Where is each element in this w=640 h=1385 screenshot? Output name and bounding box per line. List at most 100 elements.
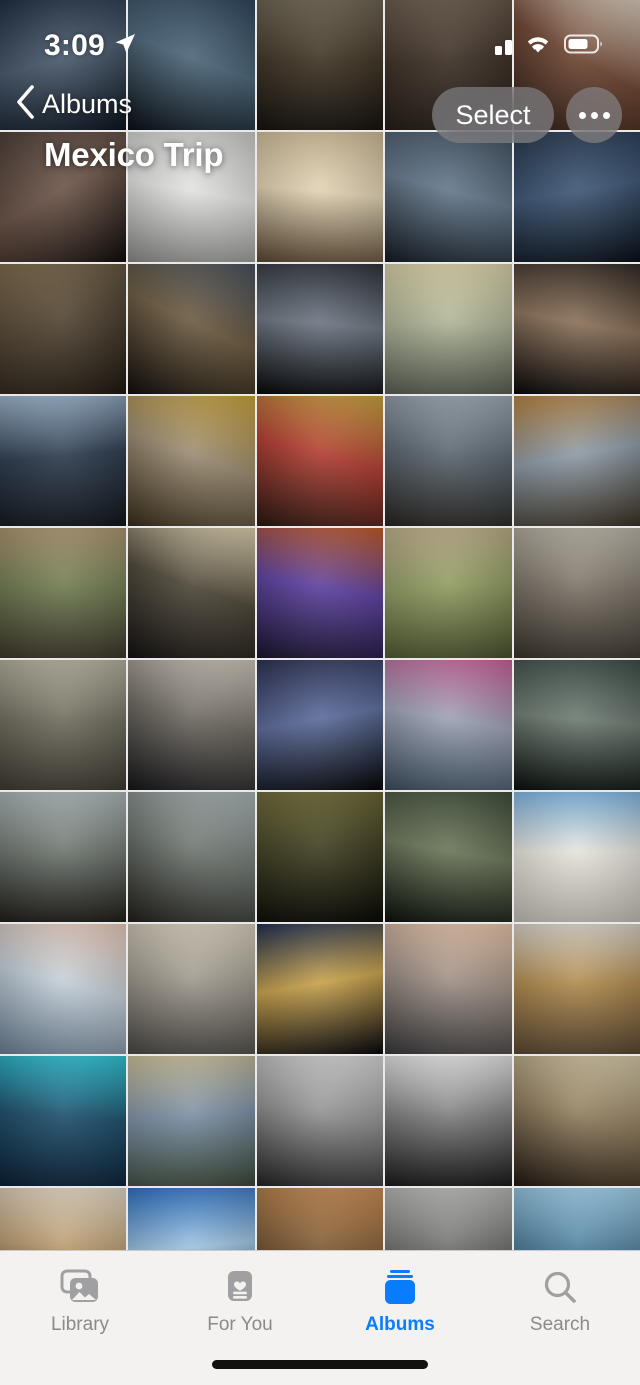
couple-selfie-city-skyline	[385, 396, 512, 526]
vintage-film-camera-closeup	[128, 396, 255, 526]
tab-albums-label: Albums	[365, 1314, 435, 1335]
photo-thumbnail[interactable]	[513, 924, 640, 1054]
photo-thumbnail[interactable]	[128, 660, 255, 790]
couple-kiss-in-park	[0, 264, 127, 394]
nav-actions: Select	[432, 87, 622, 143]
photo-thumbnail[interactable]	[0, 924, 127, 1054]
autumn-trees-along-street	[513, 396, 640, 526]
person-on-boat-looking-at-marina	[0, 1056, 127, 1186]
people-walking-on-promenade	[128, 1056, 255, 1186]
photo-thumbnail[interactable]	[128, 792, 255, 922]
apartment-building-blue-sky	[513, 792, 640, 922]
chevron-left-icon	[14, 84, 36, 125]
ellipsis-icon	[578, 111, 586, 119]
photo-thumbnail[interactable]	[0, 1056, 127, 1186]
woman-with-plush-toys-at-fair	[385, 660, 512, 790]
home-indicator[interactable]	[212, 1360, 428, 1369]
photo-thumbnail[interactable]	[256, 264, 384, 394]
man-selfie-close-to-camera	[513, 1056, 640, 1186]
woman-walking-city-street-dusk	[513, 660, 640, 790]
photo-thumbnail[interactable]	[0, 660, 127, 790]
subway-platform-yellow-line	[385, 1188, 512, 1250]
navigation-bar: Albums Mexico Trip Select	[0, 82, 640, 174]
photo-thumbnail[interactable]	[513, 264, 640, 394]
photo-thumbnail[interactable]	[256, 528, 384, 658]
photo-thumbnail[interactable]	[256, 396, 384, 526]
wooden-scaffold-garden	[0, 528, 127, 658]
tab-search[interactable]: Search	[480, 1251, 640, 1385]
man-holding-small-dog	[0, 1188, 127, 1250]
photos-library-icon	[58, 1267, 102, 1309]
band-performing-on-stage	[256, 660, 384, 790]
photo-thumbnail[interactable]	[0, 792, 127, 922]
black-and-white-tree-lined-street	[256, 1056, 384, 1186]
ellipsis-icon	[590, 111, 598, 119]
photo-thumbnail[interactable]	[128, 528, 255, 658]
photo-grid[interactable]	[0, 0, 640, 1250]
photo-thumbnail[interactable]	[0, 1188, 127, 1250]
albums-book-icon	[378, 1267, 422, 1309]
tab-search-label: Search	[529, 1314, 591, 1335]
photo-thumbnail[interactable]	[385, 924, 512, 1054]
black-car-side-window	[0, 396, 127, 526]
breakfast-table-from-above	[513, 924, 640, 1054]
photo-thumbnail[interactable]	[128, 1188, 255, 1250]
couple-on-sofa-dim-room	[385, 792, 512, 922]
photo-thumbnail[interactable]	[385, 660, 512, 790]
photo-thumbnail[interactable]	[0, 396, 127, 526]
photo-thumbnail[interactable]	[256, 1188, 384, 1250]
tab-library[interactable]: Library	[0, 1251, 160, 1385]
blue-pillar-at-ferry-terminal	[128, 1188, 255, 1250]
pergola-store-sign-daytime	[128, 264, 255, 394]
photo-thumbnail[interactable]	[256, 792, 384, 922]
photo-thumbnail[interactable]	[513, 792, 640, 922]
photo-thumbnail[interactable]	[385, 396, 512, 526]
magnifier-icon	[540, 1267, 580, 1309]
photo-thumbnail[interactable]	[513, 1056, 640, 1186]
statue-of-liberty-from-water	[385, 264, 512, 394]
classic-car-at-night	[256, 264, 384, 394]
photo-thumbnail[interactable]	[385, 264, 512, 394]
photo-thumbnail[interactable]	[0, 264, 127, 394]
dog-on-sidewalk-path	[385, 528, 512, 658]
photo-thumbnail[interactable]	[256, 924, 384, 1054]
woman-looking-at-skyline-over-water	[513, 1188, 640, 1250]
photo-thumbnail[interactable]	[0, 528, 127, 658]
for-you-heart-card-icon	[220, 1267, 260, 1309]
orange-sculpture-blue-lights	[256, 528, 384, 658]
photo-thumbnail[interactable]	[513, 396, 640, 526]
black-and-white-dinner-table	[385, 1056, 512, 1186]
woman-sunglasses-by-railway	[0, 792, 127, 922]
photo-thumbnail[interactable]	[513, 660, 640, 790]
photo-thumbnail[interactable]	[385, 1188, 512, 1250]
photo-thumbnail[interactable]	[128, 1056, 255, 1186]
smiling-woman-at-dinner	[385, 924, 512, 1054]
more-options-button[interactable]	[566, 87, 622, 143]
tab-for-you-label: For You	[207, 1314, 273, 1335]
cat-asleep-on-bed	[513, 528, 640, 658]
select-button[interactable]: Select	[432, 87, 554, 143]
illuminated-church-at-night	[256, 924, 384, 1054]
photo-thumbnail[interactable]	[256, 1056, 384, 1186]
photos-album-screen: 3:09 Albums Mexico Trip Select Library F…	[0, 0, 640, 1385]
photo-thumbnail[interactable]	[385, 792, 512, 922]
dog-under-piano-bench	[128, 660, 255, 790]
man-glasses-indoor-selfie	[513, 264, 640, 394]
back-button[interactable]: Albums	[14, 84, 132, 125]
photo-thumbnail[interactable]	[513, 1188, 640, 1250]
photo-thumbnail[interactable]	[128, 264, 255, 394]
photo-thumbnail[interactable]	[385, 1056, 512, 1186]
ellipsis-icon	[602, 111, 610, 119]
photo-thumbnail[interactable]	[385, 528, 512, 658]
photo-thumbnail[interactable]	[128, 396, 255, 526]
photo-thumbnail[interactable]	[128, 924, 255, 1054]
silhouette-by-window-blinds	[256, 792, 384, 922]
dog-in-front-of-christmas-tree	[256, 396, 384, 526]
dog-in-shadow-patterned-light	[256, 1188, 384, 1250]
woman-sunglasses-by-railway-2	[128, 792, 255, 922]
photo-thumbnail[interactable]	[256, 660, 384, 790]
closeup-face-with-buildings	[0, 924, 127, 1054]
tab-library-label: Library	[50, 1314, 110, 1335]
back-button-label: Albums	[42, 88, 133, 119]
photo-thumbnail[interactable]	[513, 528, 640, 658]
